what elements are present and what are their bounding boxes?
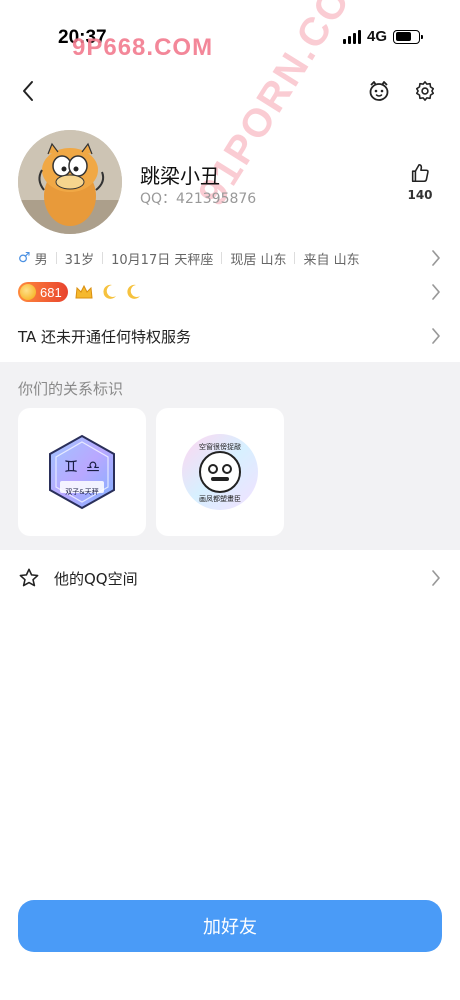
age-text: 31岁: [64, 252, 95, 268]
avatar-image: [18, 130, 122, 234]
qq-number: QQ：421395876: [140, 191, 257, 207]
status-indicators: 4G: [342, 28, 423, 45]
relation-card-stamp[interactable]: 空窗很傍捉敲 画凤都塑畫臣: [156, 408, 284, 536]
chevron-right-icon: [432, 328, 440, 344]
residence-text: 现居 山东: [230, 252, 287, 268]
birthday-text: 10月17日 天秤座: [111, 252, 214, 268]
male-icon: ♂: [18, 250, 31, 266]
network-type: 4G: [366, 28, 387, 45]
level-badge: 681: [18, 282, 68, 302]
relation-section: 你们的关系标识 ♊ ♎ 双子&天秤 空窗很傍捉敲 画凤都塑畫臣: [0, 362, 460, 550]
coin-icon: [20, 284, 36, 300]
star-icon: [19, 568, 39, 587]
svg-text:♎: ♎: [86, 457, 100, 476]
pet-icon: [369, 81, 389, 101]
qzone-label: 他的QQ空间: [54, 569, 138, 588]
back-button[interactable]: [14, 76, 42, 106]
svg-text:♊: ♊: [64, 457, 78, 476]
badges-row[interactable]: 681: [18, 280, 442, 304]
gear-icon: [415, 81, 435, 101]
divider: [55, 252, 57, 264]
moon-icon: [103, 284, 116, 299]
hometown-text: 来自 山东: [303, 252, 360, 268]
watermark-text: 9P668.COM: [72, 34, 214, 61]
zodiac-hexagon-icon: ♊ ♎: [49, 434, 115, 510]
like-count: 140: [407, 188, 433, 202]
privilege-text: TA 还未开通任何特权服务: [18, 327, 192, 346]
nav-bar: [0, 72, 460, 112]
settings-button[interactable]: [412, 76, 438, 106]
nickname: 跳梁小丑: [140, 164, 220, 188]
moon-icon: [127, 284, 140, 299]
crown-icon: [75, 284, 93, 299]
thumbs-up-icon: [411, 163, 429, 183]
qzone-row[interactable]: 他的QQ空间: [18, 556, 442, 600]
section-title: 你们的关系标识: [18, 380, 124, 398]
divider: [102, 252, 104, 264]
chevron-right-icon: [432, 570, 440, 586]
zodiac-label: 双子&天秤: [65, 488, 99, 496]
stamp-text-bottom: 画凤都塑畫臣: [199, 495, 241, 503]
battery-icon: [393, 29, 423, 44]
privilege-row[interactable]: TA 还未开通任何特权服务: [18, 318, 442, 354]
chevron-right-icon: [432, 284, 440, 300]
like-button[interactable]: 140: [407, 162, 433, 202]
chevron-right-icon: [432, 250, 440, 266]
profile-info-row[interactable]: ♂ 男 31岁 10月17日 天秤座 现居 山东 来自 山东: [18, 244, 442, 272]
signal-icon: [342, 29, 361, 44]
gender-text: 男: [34, 252, 48, 268]
relation-card-zodiac[interactable]: ♊ ♎ 双子&天秤: [18, 408, 146, 536]
level-value: 681: [40, 284, 62, 300]
pet-button[interactable]: [366, 76, 392, 106]
divider: [294, 252, 296, 264]
profile-header: 跳梁小丑 QQ：421395876 140: [0, 128, 460, 238]
status-bar: 20:37 9P668.COM 4G: [0, 0, 460, 70]
add-friend-button[interactable]: 加好友: [18, 900, 442, 952]
stamp-text-top: 空窗很傍捉敲: [199, 443, 241, 451]
avatar[interactable]: [18, 130, 122, 234]
chevron-left-icon: [23, 81, 33, 101]
divider: [221, 252, 223, 264]
